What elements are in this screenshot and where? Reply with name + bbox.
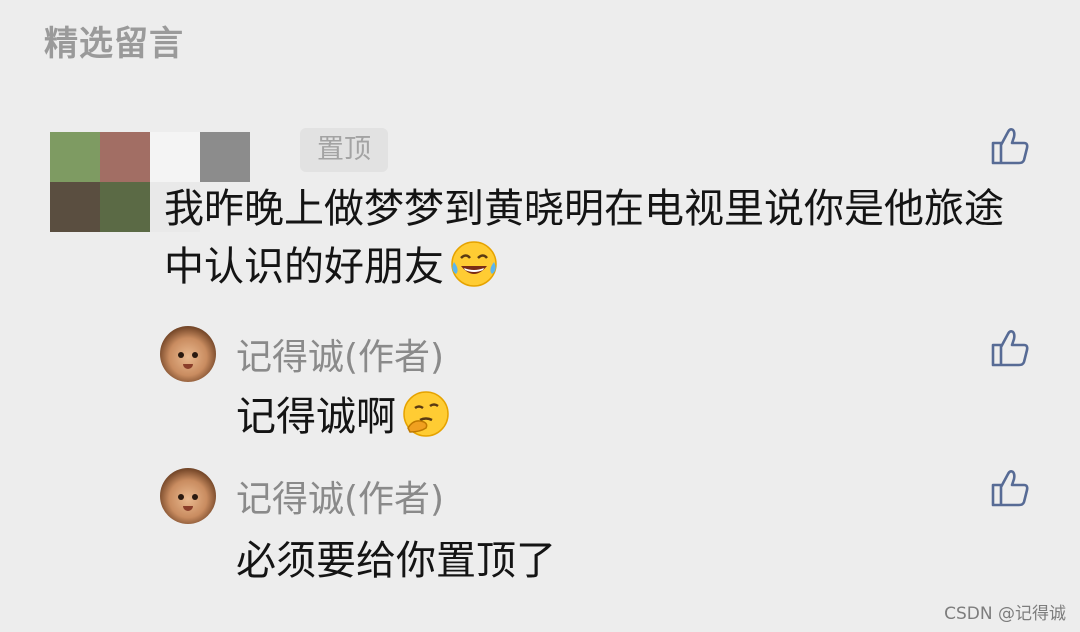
thumbs-up-icon[interactable] (988, 466, 1032, 510)
reply-text: 必须要给你置顶了 (236, 538, 556, 584)
author-avatar[interactable] (160, 326, 216, 382)
reply-text: 记得诚啊 (236, 384, 452, 442)
tears-of-joy-emoji-icon (451, 241, 497, 287)
watermark: CSDN @记得诚 (944, 604, 1066, 624)
reply-author-name[interactable]: 记得诚(作者) (236, 328, 444, 380)
thinking-emoji-icon (403, 391, 449, 437)
author-avatar[interactable] (160, 468, 216, 524)
pinned-badge: 置顶 (300, 128, 388, 172)
section-title: 精选留言 (44, 24, 184, 64)
reply-author-name[interactable]: 记得诚(作者) (236, 470, 444, 522)
thumbs-up-icon[interactable] (988, 124, 1032, 168)
comment-text: 我昨晚上做梦梦到黄晓明在电视里说你是他旅途中认识的好朋友 (164, 186, 1004, 290)
thumbs-up-icon[interactable] (988, 326, 1032, 370)
